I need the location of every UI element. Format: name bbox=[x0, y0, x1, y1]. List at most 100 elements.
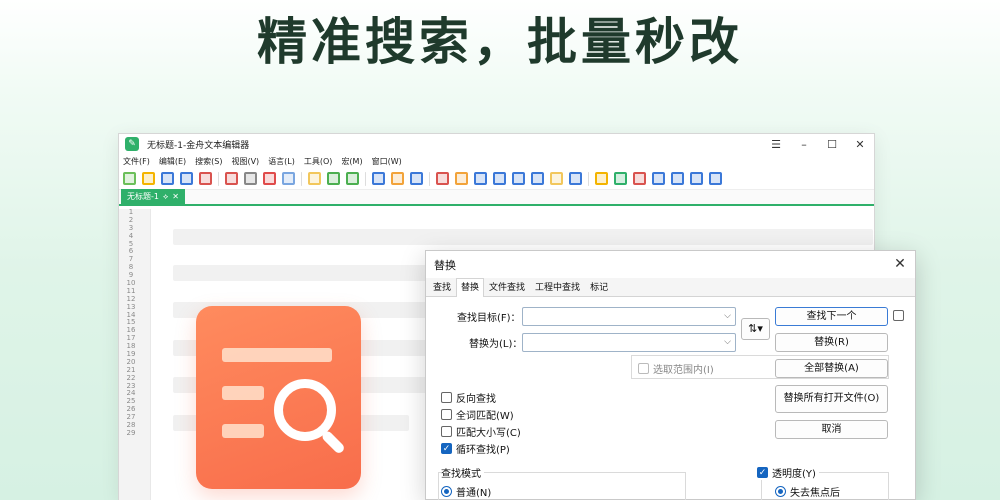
pin-icon[interactable]: ⟡ bbox=[163, 192, 168, 202]
toolbar-separator bbox=[429, 171, 430, 186]
swap-button[interactable]: ⇅▾ bbox=[741, 318, 770, 340]
menu-edit[interactable]: 编辑(E) bbox=[159, 156, 186, 167]
toolbar-button-icon[interactable] bbox=[244, 172, 257, 185]
transparency-checkbox[interactable]: ✓ 透明度(Y) bbox=[757, 465, 819, 480]
whole-word-checkbox[interactable]: 全词匹配(W) bbox=[441, 407, 514, 422]
toolbar-button-icon[interactable] bbox=[595, 172, 608, 185]
toolbar-button-icon[interactable] bbox=[308, 172, 321, 185]
toolbar-button-icon[interactable] bbox=[391, 172, 404, 185]
toolbar-separator bbox=[301, 171, 302, 186]
menu-macro[interactable]: 宏(M) bbox=[341, 156, 362, 167]
tab-find-in-files[interactable]: 文件查找 bbox=[484, 279, 530, 296]
dialog-title-bar: 替换 ✕ bbox=[426, 251, 915, 278]
menu-tools[interactable]: 工具(O) bbox=[304, 156, 333, 167]
tab-close-icon[interactable]: ✕ bbox=[172, 192, 179, 201]
pin-dialog-checkbox[interactable] bbox=[893, 310, 908, 321]
lose-focus-radio[interactable]: 失去焦点后 bbox=[775, 484, 840, 499]
toolbar-button-icon[interactable] bbox=[161, 172, 174, 185]
toolbar-button-icon[interactable] bbox=[690, 172, 703, 185]
checkbox-icon bbox=[441, 426, 452, 437]
toolbar-button-icon[interactable] bbox=[633, 172, 646, 185]
toolbar-button-icon[interactable] bbox=[142, 172, 155, 185]
reverse-search-label: 反向查找 bbox=[456, 394, 496, 405]
toolbar-button-icon[interactable] bbox=[225, 172, 238, 185]
replace-all-open-files-button[interactable]: 替换所有打开文件(O) bbox=[775, 385, 888, 413]
close-icon[interactable]: ✕ bbox=[891, 255, 909, 273]
toolbar-separator bbox=[588, 171, 589, 186]
maximize-icon[interactable]: ☐ bbox=[818, 134, 846, 154]
find-next-button[interactable]: 查找下一个 bbox=[775, 307, 888, 326]
radio-icon bbox=[441, 486, 452, 497]
toolbar-button-icon[interactable] bbox=[180, 172, 193, 185]
menu-icon[interactable]: ☰ bbox=[762, 134, 790, 154]
menu-search[interactable]: 搜索(S) bbox=[195, 156, 222, 167]
toolbar-button-icon[interactable] bbox=[614, 172, 627, 185]
close-icon[interactable]: ✕ bbox=[846, 134, 874, 154]
checkmark-icon: ✓ bbox=[441, 443, 452, 454]
toolbar-button-icon[interactable] bbox=[709, 172, 722, 185]
toolbar-button-icon[interactable] bbox=[123, 172, 136, 185]
match-case-checkbox[interactable]: 匹配大小写(C) bbox=[441, 424, 521, 439]
checkbox-icon bbox=[893, 310, 904, 321]
replace-button[interactable]: 替换(R) bbox=[775, 333, 888, 352]
menu-file[interactable]: 文件(F) bbox=[123, 156, 150, 167]
checkbox-icon bbox=[441, 409, 452, 420]
checkbox-icon bbox=[441, 392, 452, 403]
replace-input[interactable]: ⌵ bbox=[522, 333, 736, 352]
toolbar-button-icon[interactable] bbox=[652, 172, 665, 185]
checkbox-icon bbox=[638, 363, 649, 374]
document-tab[interactable]: 无标题-1 ⟡ ✕ bbox=[121, 189, 185, 204]
line-number: 29 bbox=[126, 428, 136, 437]
replace-all-button[interactable]: 全部替换(A) bbox=[775, 359, 888, 378]
toolbar-button-icon[interactable] bbox=[436, 172, 449, 185]
chevron-down-icon[interactable]: ⌵ bbox=[724, 337, 731, 347]
window-title: 无标题-1-金舟文本编辑器 bbox=[147, 140, 250, 151]
toolbar-button-icon[interactable] bbox=[455, 172, 468, 185]
wrap-around-checkbox[interactable]: ✓ 循环查找(P) bbox=[441, 441, 510, 456]
search-mode-title: 查找模式 bbox=[441, 465, 484, 480]
match-case-label: 匹配大小写(C) bbox=[456, 428, 521, 439]
menu-view[interactable]: 视图(V) bbox=[231, 156, 259, 167]
toolbar-button-icon[interactable] bbox=[372, 172, 385, 185]
tab-replace[interactable]: 替换 bbox=[456, 278, 485, 297]
toolbar-button-icon[interactable] bbox=[493, 172, 506, 185]
toolbar-button-icon[interactable] bbox=[410, 172, 423, 185]
find-input[interactable]: ⌵ bbox=[522, 307, 736, 326]
toolbar-button-icon[interactable] bbox=[282, 172, 295, 185]
minimize-icon[interactable]: – bbox=[790, 134, 818, 154]
menu-bar: 文件(F) 编辑(E) 搜索(S) 视图(V) 语言(L) 工具(O) 宏(M)… bbox=[119, 154, 874, 168]
tab-find[interactable]: 查找 bbox=[428, 279, 456, 296]
search-mode-normal-label: 普通(N) bbox=[456, 488, 492, 499]
illustration-line bbox=[222, 386, 264, 400]
reverse-search-checkbox[interactable]: 反向查找 bbox=[441, 390, 496, 405]
checkmark-icon: ✓ bbox=[757, 467, 768, 478]
toolbar-button-icon[interactable] bbox=[327, 172, 340, 185]
search-mode-normal-radio[interactable]: 普通(N) bbox=[441, 484, 491, 499]
toolbar-button-icon[interactable] bbox=[346, 172, 359, 185]
menu-language[interactable]: 语言(L) bbox=[268, 156, 295, 167]
document-tabs: 无标题-1 ⟡ ✕ bbox=[119, 189, 874, 206]
toolbar-button-icon[interactable] bbox=[512, 172, 525, 185]
illustration-line bbox=[222, 424, 264, 438]
transparency-label: 透明度(Y) bbox=[772, 469, 816, 480]
magnifier-handle bbox=[320, 429, 346, 455]
dialog-tabs: 查找 替换 文件查找 工程中查找 标记 bbox=[426, 278, 915, 297]
cancel-button[interactable]: 取消 bbox=[775, 420, 888, 439]
tab-find-in-project[interactable]: 工程中查找 bbox=[530, 279, 585, 296]
edit-icon: ✎ bbox=[125, 137, 139, 151]
menu-window[interactable]: 窗口(W) bbox=[372, 156, 402, 167]
tab-mark[interactable]: 标记 bbox=[585, 279, 613, 296]
title-bar: ✎ 无标题-1-金舟文本编辑器 ☰ – ☐ ✕ bbox=[119, 134, 874, 154]
find-label: 查找目标(F)： bbox=[457, 313, 521, 324]
replace-dialog: 替换 ✕ 查找 替换 文件查找 工程中查找 标记 查找目标(F)： ⌵ 替换为(… bbox=[425, 250, 916, 500]
toolbar-button-icon[interactable] bbox=[199, 172, 212, 185]
toolbar-button-icon[interactable] bbox=[263, 172, 276, 185]
toolbar-button-icon[interactable] bbox=[550, 172, 563, 185]
toolbar-button-icon[interactable] bbox=[671, 172, 684, 185]
document-tab-label: 无标题-1 bbox=[127, 192, 159, 201]
toolbar-button-icon[interactable] bbox=[569, 172, 582, 185]
toolbar-button-icon[interactable] bbox=[531, 172, 544, 185]
chevron-down-icon[interactable]: ⌵ bbox=[724, 311, 731, 321]
toolbar-button-icon[interactable] bbox=[474, 172, 487, 185]
window-controls: ☰ – ☐ ✕ bbox=[762, 134, 874, 154]
